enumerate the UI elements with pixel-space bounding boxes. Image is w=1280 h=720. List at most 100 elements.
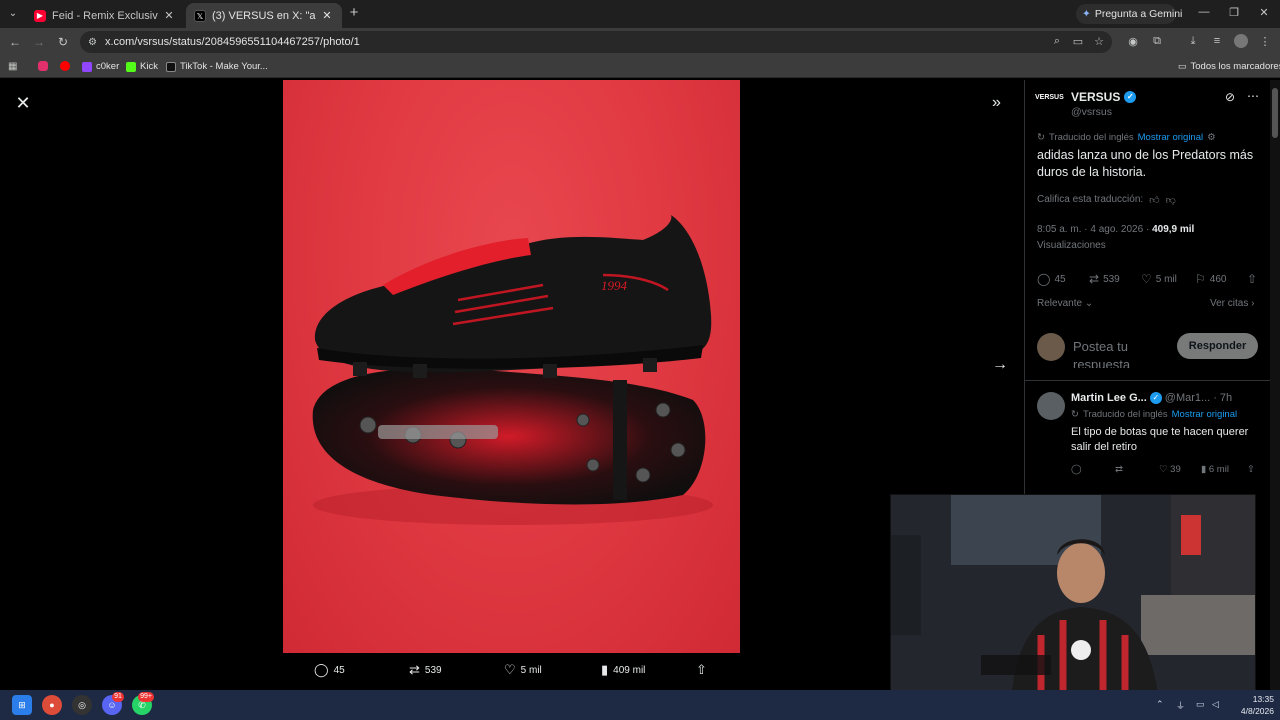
bookmark-label: TikTok - Make Your... [180,61,268,72]
reply-input[interactable]: Postea tu respuesta [1073,338,1163,368]
address-bar[interactable]: ⚙ x.com/vsrsus/status/208459655110446725… [80,31,1112,53]
author-handle[interactable]: @vsrsus [1071,106,1112,118]
gemini-button[interactable]: ✦ Pregunta a Gemini [1076,4,1182,24]
thumbs-up-icon[interactable]: 👍︎ [1149,194,1159,206]
instagram-icon [38,61,48,71]
bookmark-button[interactable]: ⚐ 460 [1195,272,1226,286]
minimize-icon[interactable]: — [1196,6,1212,18]
translated-from: Traducido del inglés [1048,132,1134,143]
site-info-icon[interactable]: ⚙ [88,37,97,48]
bookmarks-bar: ▦ c0ker Kick TikTok - Make Your... ▭ Tod… [0,56,1280,78]
repost-button[interactable]: ⇄ 539 [1089,272,1120,286]
obs-icon[interactable]: ◎ [72,695,92,715]
reply-time[interactable]: · 7h [1213,392,1232,404]
tab-feid[interactable]: ▶ Feid - Remix Exclusivo (Official ✕ [26,3,184,28]
bookmark-star-icon[interactable]: ☆ [1092,35,1106,48]
grok-icon[interactable]: ⊘ [1225,90,1235,104]
close-icon[interactable]: ✕ [14,93,32,114]
collapse-panel-icon[interactable]: » [992,94,1001,112]
repost-action[interactable]: ⇄ 539 [409,662,442,678]
zoom-icon[interactable]: ⌕ [1050,35,1064,48]
scrollbar-thumb[interactable] [1272,88,1278,138]
twitch-icon [82,61,92,72]
tweet-photo[interactable]: 1994 [283,80,740,653]
reply-author-name[interactable]: Martin Lee G... [1071,392,1147,404]
reload-icon[interactable]: ↻ [56,35,70,49]
like-button[interactable]: ♡ 5 mil [1141,272,1177,286]
chrome-menu-icon[interactable]: ⋮ [1258,35,1272,48]
share-icon[interactable]: ⇧ [1247,464,1255,475]
thumbs-down-icon[interactable]: 👎︎ [1166,194,1176,206]
scrollbar[interactable] [1270,80,1280,690]
like-button[interactable]: ♡ 39 [1159,464,1181,475]
repost-icon: ⇄ [409,662,420,677]
versus-logo[interactable]: VERSUS [1035,94,1065,110]
author-name[interactable]: VERSUS ✓ [1071,90,1137,104]
show-original-link[interactable]: Mostrar original [1138,132,1203,143]
reply-avatar[interactable] [1037,392,1065,420]
more-options-icon[interactable]: ⋯ [1247,89,1259,103]
view-quotes-link[interactable]: Ver citas › [1210,298,1254,309]
repost-icon[interactable]: ⇄ [1115,464,1123,475]
bookmark-twitch[interactable]: c0ker [82,61,119,72]
usb-icon[interactable]: ⏚ [1176,699,1185,712]
tweet-time[interactable]: 8:05 a. m. · 4 ago. 2026 · [1037,224,1152,235]
avatar [1037,333,1065,361]
bookmark-kick[interactable]: Kick [126,61,158,72]
new-tab-plus-icon[interactable]: + [346,5,362,21]
settings-gear-icon[interactable]: ⚙ [1207,132,1216,143]
share-action[interactable]: ⇧ [696,662,707,678]
reply-author-handle[interactable]: @Mar1... [1165,392,1210,404]
youtube-icon [60,61,70,71]
bookmark-youtube[interactable] [60,61,70,71]
repost-count: 539 [424,664,442,676]
sort-dropdown[interactable]: Relevante ⌄ [1037,298,1093,309]
reply-bubble-icon[interactable]: ◯ [1071,464,1082,475]
reply-submit-button[interactable]: Responder [1177,333,1258,359]
show-original-link[interactable]: Mostrar original [1172,409,1237,420]
extension-icon[interactable]: ◉ [1126,35,1140,48]
views-button[interactable]: ▮ 6 mil [1201,464,1229,475]
tray-chevron-up-icon[interactable]: ⌃ [1156,699,1164,710]
tab-versus[interactable]: 𝕏 (3) VERSUS en X: "adidas drop ✕ [186,3,342,28]
reply-button[interactable]: ◯ 45 [1037,272,1066,286]
close-tab-icon[interactable]: ✕ [320,9,334,22]
bookmark-tiktok[interactable]: TikTok - Make Your... [166,61,268,72]
reply-header: Martin Lee G... ✓ @Mar1... · 7h [1071,392,1261,404]
like-count: 39 [1170,464,1181,475]
chrome-icon[interactable]: ● [42,695,62,715]
back-arrow-icon[interactable]: ← [8,35,22,49]
media-control-icon[interactable]: ≡ [1210,35,1224,47]
all-bookmarks[interactable]: ▭ Todos los marcadores [1178,61,1280,72]
restore-icon[interactable]: ❐ [1226,6,1242,19]
next-photo-arrow-icon[interactable]: → [992,356,1008,374]
puzzle-extensions-icon[interactable]: ⧉ [1150,35,1164,48]
download-icon[interactable]: ⤓ [1186,35,1200,48]
clock-date: 4/8/2026 [1240,706,1274,716]
bookmark-icon: ⚐ [1195,272,1206,286]
cast-icon[interactable]: ▭ [1071,35,1085,48]
reply-count: 45 [333,664,345,676]
system-clock[interactable]: 13:35 4/8/2026 [1226,693,1274,717]
apps-grid-icon[interactable]: ▦ [8,61,17,72]
volume-icon[interactable]: ◁ [1212,699,1219,710]
gemini-label: Pregunta a Gemini [1094,8,1183,20]
reply-action[interactable]: ◯ 45 [314,662,345,678]
tab-search-chevron-icon[interactable]: ⌄ [4,5,22,23]
view-count: 409 mil [613,664,646,676]
share-button[interactable]: ⇧ [1247,272,1257,286]
like-action[interactable]: ♡ 5 mil [504,662,542,678]
close-tab-icon[interactable]: ✕ [162,9,176,22]
forward-arrow-icon[interactable]: → [32,35,46,49]
tab-title: Feid - Remix Exclusivo (Official [52,9,158,22]
views-action[interactable]: ▮ 409 mil [601,662,645,678]
boot-illustration: 1994 [312,215,713,525]
webcam-feed [891,495,1255,699]
bookmark-instagram[interactable] [38,61,48,71]
window-close-icon[interactable]: ✕ [1256,6,1272,19]
windows-start-icon[interactable]: ⊞ [12,695,32,715]
repost-icon: ⇄ [1089,272,1100,286]
gemini-sparkle-icon: ✦ [1082,8,1091,20]
network-icon[interactable]: ▭ [1196,699,1205,710]
profile-avatar[interactable] [1234,34,1248,48]
